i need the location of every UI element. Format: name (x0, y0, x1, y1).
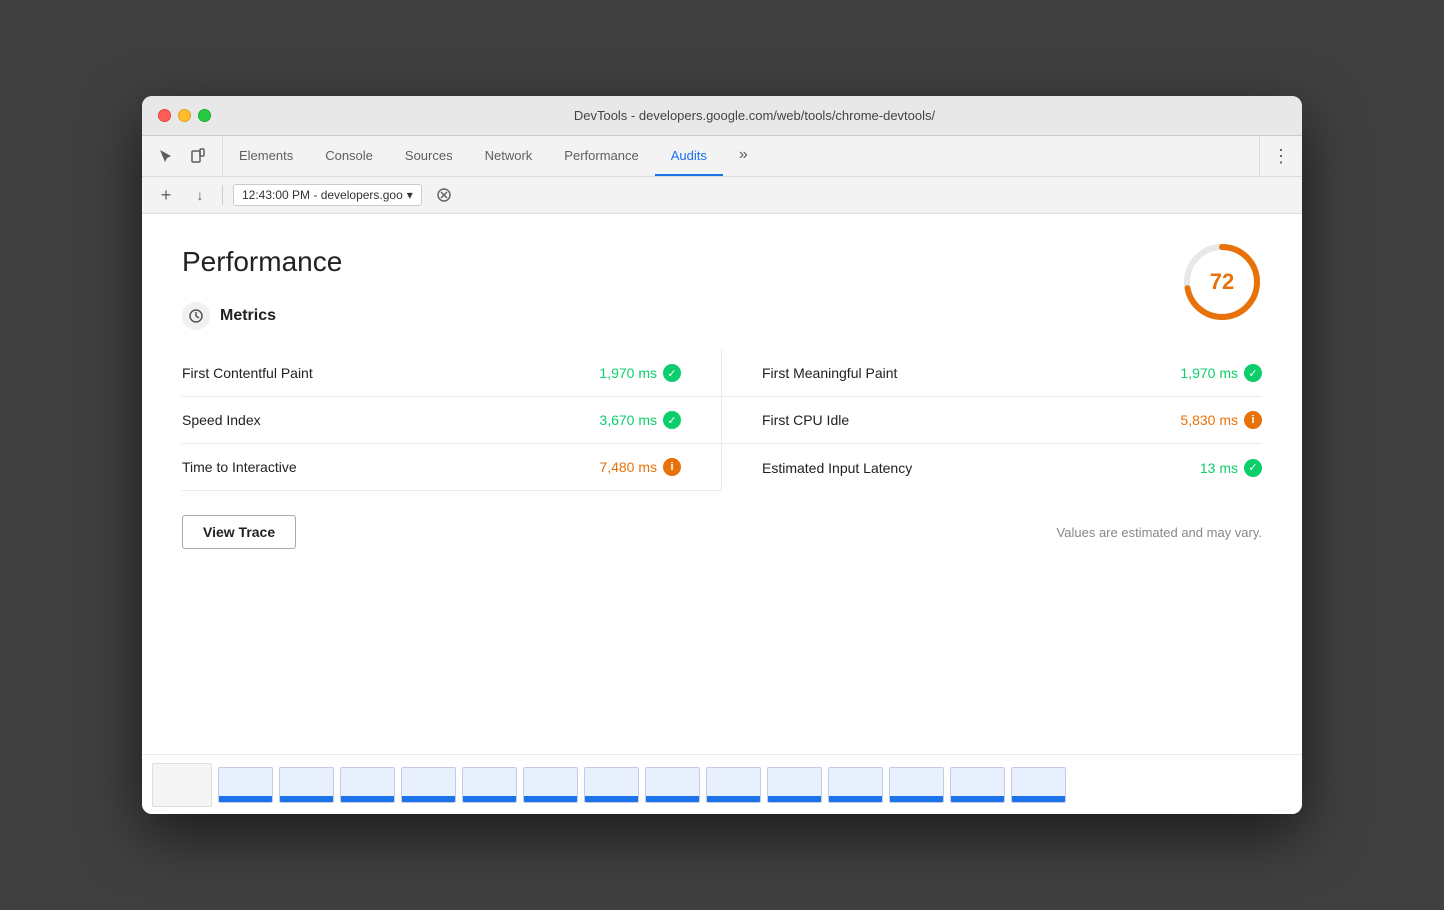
metric-value-group: 7,480 ms i (599, 458, 681, 476)
metric-value: 13 ms (1200, 460, 1238, 476)
tab-console[interactable]: Console (309, 136, 389, 176)
metrics-title: Metrics (220, 307, 276, 325)
dropdown-icon: ▾ (407, 188, 413, 202)
metric-status-icon: ✓ (1244, 364, 1262, 382)
tab-elements[interactable]: Elements (223, 136, 309, 176)
thumbnail-blank (152, 763, 212, 807)
main-content: Performance 72 Metrics First Contentful … (142, 214, 1302, 754)
thumbnail-item (279, 767, 334, 803)
metric-value: 1,970 ms (599, 365, 657, 381)
device-toggle-icon[interactable] (186, 144, 210, 168)
thumbnail-item (218, 767, 273, 803)
tab-performance[interactable]: Performance (548, 136, 654, 176)
metrics-grid: First Contentful Paint 1,970 ms ✓ First … (182, 350, 1262, 491)
thumbnail-item (828, 767, 883, 803)
minimize-button[interactable] (178, 109, 191, 122)
view-trace-section: View Trace Values are estimated and may … (182, 515, 1262, 549)
thumbnail-item (462, 767, 517, 803)
metric-name: Estimated Input Latency (762, 460, 912, 476)
metric-name: Speed Index (182, 412, 261, 428)
metric-name: First Contentful Paint (182, 365, 313, 381)
section-title: Performance (182, 246, 1262, 278)
thumbnail-item (706, 767, 761, 803)
add-audit-button[interactable]: + (154, 183, 178, 207)
metric-status-icon[interactable]: i (663, 458, 681, 476)
browser-window: DevTools - developers.google.com/web/too… (142, 96, 1302, 814)
metric-first-contentful-paint: First Contentful Paint 1,970 ms ✓ (182, 350, 722, 397)
metric-status-icon: ✓ (1244, 459, 1262, 477)
metric-estimated-input-latency: Estimated Input Latency 13 ms ✓ (722, 444, 1262, 491)
tab-more[interactable]: » (723, 136, 764, 176)
metric-status-icon: ✓ (663, 411, 681, 429)
maximize-button[interactable] (198, 109, 211, 122)
metrics-icon (182, 302, 210, 330)
metric-first-cpu-idle: First CPU Idle 5,830 ms i (722, 397, 1262, 444)
metric-value-group: 5,830 ms i (1180, 411, 1262, 429)
metric-first-meaningful-paint: First Meaningful Paint 1,970 ms ✓ (722, 350, 1262, 397)
tab-sources[interactable]: Sources (389, 136, 469, 176)
metrics-header: Metrics (182, 302, 1262, 330)
cursor-icon[interactable] (154, 144, 178, 168)
metric-value-group: 13 ms ✓ (1200, 459, 1262, 477)
download-button[interactable]: ↓ (188, 183, 212, 207)
thumbnail-item (584, 767, 639, 803)
window-title: DevTools - developers.google.com/web/too… (223, 108, 1286, 123)
audit-label: 12:43:00 PM - developers.goo (242, 188, 403, 202)
metric-status-icon[interactable]: i (1244, 411, 1262, 429)
estimate-note: Values are estimated and may vary. (1057, 525, 1262, 540)
thumbnail-item (523, 767, 578, 803)
more-menu-button[interactable]: ⋮ (1272, 146, 1290, 167)
thumbnail-item (889, 767, 944, 803)
metric-name: First CPU Idle (762, 412, 849, 428)
devtools-toolbar: Elements Console Sources Network Perform… (142, 136, 1302, 177)
thumbnail-item (645, 767, 700, 803)
metric-value: 7,480 ms (599, 459, 657, 475)
metric-value: 5,830 ms (1180, 412, 1238, 428)
metric-status-icon: ✓ (663, 364, 681, 382)
score-circle: 72 (1182, 242, 1262, 322)
tab-network[interactable]: Network (469, 136, 549, 176)
clear-audit-button[interactable] (432, 183, 456, 207)
title-bar: DevTools - developers.google.com/web/too… (142, 96, 1302, 136)
thumbnail-item (950, 767, 1005, 803)
metric-value: 1,970 ms (1180, 365, 1238, 381)
thumbnail-item (401, 767, 456, 803)
metric-value-group: 1,970 ms ✓ (599, 364, 681, 382)
tabs-container: Elements Console Sources Network Perform… (223, 136, 1259, 176)
tab-audits[interactable]: Audits (655, 136, 723, 176)
metric-value-group: 1,970 ms ✓ (1180, 364, 1262, 382)
close-button[interactable] (158, 109, 171, 122)
metric-name: Time to Interactive (182, 459, 297, 475)
audit-selector[interactable]: 12:43:00 PM - developers.goo ▾ (233, 184, 422, 206)
secondary-toolbar: + ↓ 12:43:00 PM - developers.goo ▾ (142, 177, 1302, 214)
metric-speed-index: Speed Index 3,670 ms ✓ (182, 397, 722, 444)
metric-time-to-interactive: Time to Interactive 7,480 ms i (182, 444, 722, 491)
metric-value-group: 3,670 ms ✓ (599, 411, 681, 429)
thumbnail-item (1011, 767, 1066, 803)
view-trace-button[interactable]: View Trace (182, 515, 296, 549)
thumbnail-strip (142, 754, 1302, 814)
toolbar-divider (222, 185, 223, 205)
traffic-lights (158, 109, 211, 122)
metric-name: First Meaningful Paint (762, 365, 897, 381)
metric-value: 3,670 ms (599, 412, 657, 428)
toolbar-icon-group (142, 136, 223, 176)
thumbnail-item (340, 767, 395, 803)
toolbar-right: ⋮ (1259, 136, 1302, 176)
thumbnail-item (767, 767, 822, 803)
score-number: 72 (1210, 269, 1234, 295)
